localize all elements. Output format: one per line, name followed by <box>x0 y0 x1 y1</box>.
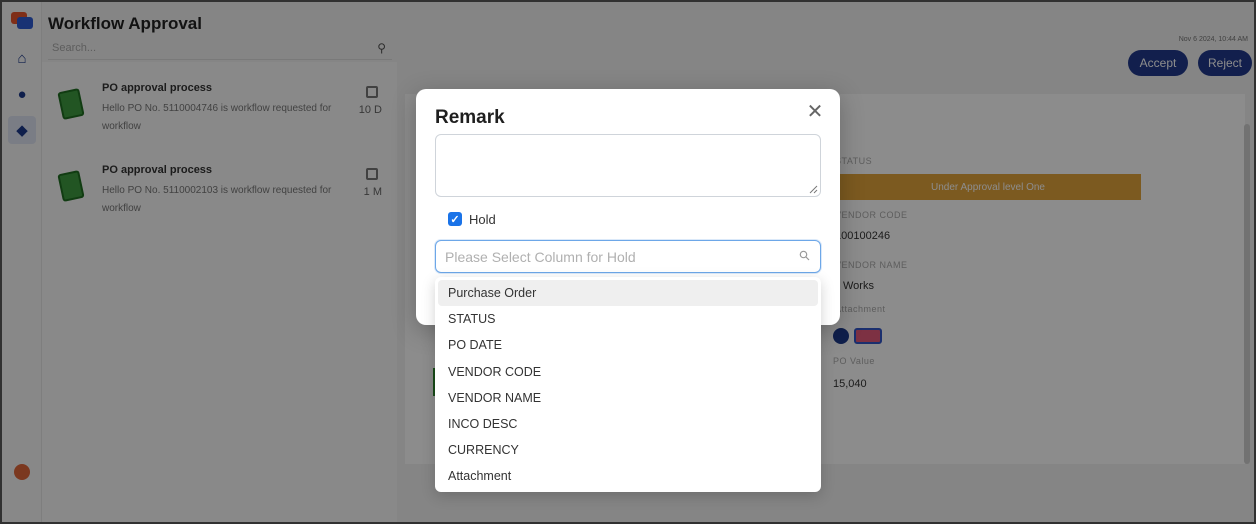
hold-column-select[interactable]: Please Select Column for Hold <box>435 240 821 273</box>
remark-textarea[interactable] <box>435 134 821 197</box>
option-inco-desc[interactable]: INCO DESC <box>438 411 818 437</box>
option-po-date[interactable]: PO DATE <box>438 332 818 358</box>
option-vendor-code[interactable]: VENDOR CODE <box>438 359 818 385</box>
hold-column-dropdown: Purchase Order STATUS PO DATE VENDOR COD… <box>435 277 821 492</box>
option-currency[interactable]: CURRENCY <box>438 437 818 463</box>
resize-handle-icon[interactable] <box>809 185 818 194</box>
option-vendor-name[interactable]: VENDOR NAME <box>438 385 818 411</box>
dialog-title: Remark <box>435 107 505 128</box>
search-icon <box>799 250 810 261</box>
option-attachment[interactable]: Attachment <box>438 463 818 489</box>
select-placeholder: Please Select Column for Hold <box>445 249 636 265</box>
hold-checkbox[interactable]: ✓ <box>448 212 462 226</box>
close-icon[interactable]: ✕ <box>806 102 824 122</box>
hold-checkbox-row[interactable]: ✓ Hold <box>448 211 496 227</box>
option-purchase-order[interactable]: Purchase Order <box>438 280 818 307</box>
hold-label: Hold <box>469 211 496 227</box>
option-status[interactable]: STATUS <box>438 306 818 332</box>
